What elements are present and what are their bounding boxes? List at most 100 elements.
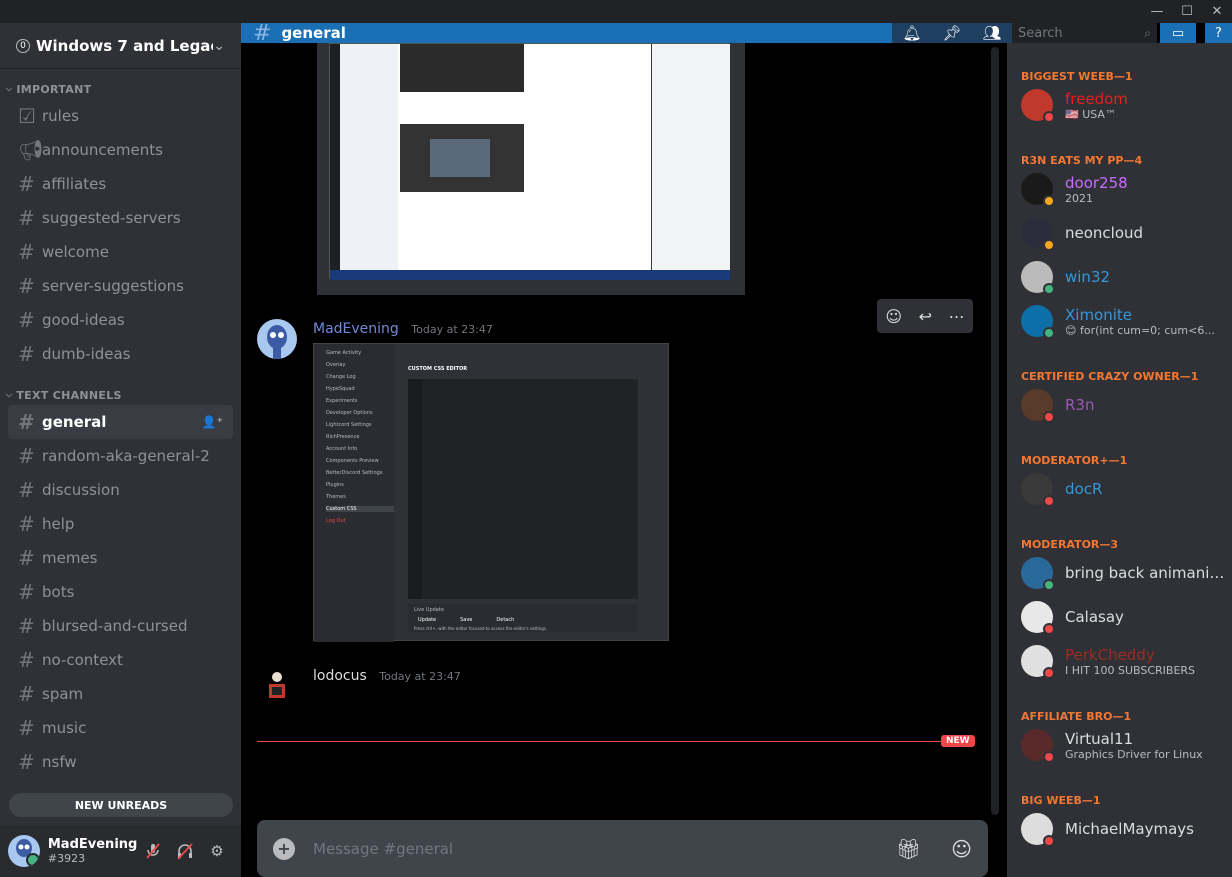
member-item[interactable]: docR — [1021, 469, 1232, 509]
sidebar-item-blursed-and-cursed[interactable]: # blursed-and-cursed — [8, 609, 233, 643]
sidebar-item-server-suggestions[interactable]: # server-suggestions — [8, 269, 233, 303]
settings-item: BetterDiscord Settings — [326, 470, 383, 476]
presence-indicator — [1043, 195, 1055, 207]
member-item[interactable]: neoncloud — [1021, 213, 1232, 253]
member-name: PerkCheddy — [1065, 645, 1155, 664]
mute-mic-icon[interactable] — [137, 835, 169, 867]
avatar[interactable] — [8, 835, 40, 867]
attachment-image[interactable] — [317, 43, 745, 295]
message-author[interactable]: lodocus — [313, 668, 367, 684]
inbox-icon[interactable]: ▭ — [1160, 23, 1196, 43]
scrollbar[interactable] — [991, 47, 999, 815]
deafen-icon[interactable] — [169, 835, 201, 867]
members-icon[interactable]: 👥︎ — [972, 24, 1012, 42]
add-user-icon[interactable]: 👤⁺ — [202, 415, 223, 429]
hash-icon: # — [18, 444, 35, 468]
hash-icon: # — [18, 240, 35, 264]
hash-icon: # — [18, 580, 35, 604]
avatar — [1021, 261, 1055, 295]
emoji-icon[interactable]: ☺ — [951, 837, 972, 861]
channel-label: dumb-ideas — [42, 345, 131, 363]
avatar — [1021, 601, 1055, 635]
settings-menu-preview: Game Activity Overlay Change Log HypeSquad E… — [314, 344, 394, 642]
avatar — [1021, 645, 1055, 679]
member-name: freedom — [1065, 89, 1128, 108]
reply-icon[interactable]: ↩ — [919, 307, 932, 326]
member-item[interactable]: MichaelMaymays — [1021, 809, 1232, 849]
help-icon[interactable]: ? — [1205, 23, 1232, 43]
category-text-channels[interactable]: ⌵ TEXT CHANNELS — [0, 385, 241, 405]
sidebar-item-music[interactable]: # music — [8, 711, 233, 745]
chevron-down-icon: ⌵ — [6, 84, 13, 93]
presence-indicator — [1043, 239, 1055, 251]
megaphone-icon: 📢︎ — [18, 138, 44, 162]
server-header[interactable]: 0 Windows 7 and Legac... ⌄ — [0, 23, 241, 69]
member-item[interactable]: R3n — [1021, 385, 1232, 425]
sidebar-item-affiliates[interactable]: # affiliates — [8, 167, 233, 201]
member-status: I HIT 100 SUBSCRIBERS — [1065, 663, 1196, 677]
channel-label: bots — [42, 583, 75, 601]
member-item[interactable]: freedom 🇺🇸 USA™ — [1021, 85, 1232, 125]
member-list: BIGGEST WEEB—1 freedom 🇺🇸 USA™ R3N EATS MY … — [1007, 43, 1232, 877]
settings-item: Components Preview — [326, 458, 379, 464]
member-item[interactable]: door258 2021 — [1021, 169, 1232, 209]
sidebar-item-bots[interactable]: # bots — [8, 575, 233, 609]
attachment-image[interactable]: Game Activity Overlay Change Log HypeSquad E… — [313, 343, 669, 642]
close-button[interactable]: ✕ — [1202, 0, 1232, 23]
member-status: 🇺🇸 USA™ — [1065, 107, 1116, 121]
sidebar-item-no-context[interactable]: # no-context — [8, 643, 233, 677]
member-item[interactable]: Virtual11 Graphics Driver for Linux — [1021, 725, 1232, 765]
sidebar-item-rules[interactable]: ☑ rules — [8, 99, 233, 133]
hash-icon: # — [18, 716, 35, 740]
sidebar-item-memes[interactable]: # memes — [8, 541, 233, 575]
member-name: bring back animanics ... — [1065, 564, 1232, 582]
add-reaction-icon[interactable]: ☺ — [885, 307, 902, 326]
bell-icon[interactable]: 🔔︎ — [892, 24, 932, 42]
sidebar-item-general[interactable]: # general 👤⁺ — [8, 405, 233, 439]
channel-label: suggested-servers — [42, 209, 181, 227]
sidebar-item-suggested-servers[interactable]: # suggested-servers — [8, 201, 233, 235]
sidebar-item-welcome[interactable]: # welcome — [8, 235, 233, 269]
hash-icon: # — [18, 478, 35, 502]
sidebar-item-announcements[interactable]: 📢︎ announcements — [8, 133, 233, 167]
upload-button[interactable]: + — [273, 837, 295, 860]
message-author[interactable]: MadEvening — [313, 321, 399, 337]
gear-icon[interactable]: ⚙ — [201, 835, 233, 867]
member-status: 😊 for(int cum=0; cum<6... — [1065, 323, 1215, 337]
avatar[interactable] — [257, 667, 297, 707]
channel-label: spam — [42, 685, 84, 703]
presence-indicator — [1043, 751, 1055, 763]
sidebar-item-good-ideas[interactable]: # good-ideas — [8, 303, 233, 337]
sidebar-item-nsfw[interactable]: # nsfw — [8, 745, 233, 779]
member-item[interactable]: bring back animanics ... — [1021, 553, 1232, 593]
message-header: lodocus Today at 23:47 — [313, 668, 461, 684]
chevron-down-icon: ⌄ — [213, 37, 225, 54]
avatar[interactable] — [257, 319, 297, 359]
gift-icon[interactable]: 🎁︎ — [896, 837, 921, 861]
member-item[interactable]: Ximonite 😊 for(int cum=0; cum<6... — [1021, 301, 1232, 341]
sidebar-item-help[interactable]: # help — [8, 507, 233, 541]
category-important[interactable]: ⌵ IMPORTANT — [0, 79, 241, 99]
member-item[interactable]: win32 — [1021, 257, 1232, 297]
more-icon[interactable]: ⋯ — [949, 307, 965, 326]
member-name: Ximonite — [1065, 305, 1133, 324]
sidebar-item-spam[interactable]: # spam — [8, 677, 233, 711]
search-input[interactable]: Search ⌕ — [1012, 23, 1157, 43]
maximize-button[interactable]: ☐ — [1172, 0, 1202, 23]
message-input[interactable]: Message #general — [313, 840, 866, 858]
minimize-button[interactable]: — — [1142, 0, 1172, 23]
avatar — [1021, 729, 1055, 763]
new-unreads-button[interactable]: NEW UNREADS — [9, 793, 233, 817]
member-item[interactable]: Calasay — [1021, 597, 1232, 637]
member-status: Graphics Driver for Linux — [1065, 747, 1203, 761]
channel-label: discussion — [42, 481, 120, 499]
settings-item: Experiments — [326, 398, 358, 404]
channel-sidebar: 0 Windows 7 and Legac... ⌄ ⌵ IMPORTANT ☑… — [0, 23, 241, 877]
member-item[interactable]: PerkCheddy I HIT 100 SUBSCRIBERS — [1021, 641, 1232, 681]
channel-label: nsfw — [42, 753, 77, 771]
sidebar-item-random-aka-general-2[interactable]: # random-aka-general-2 — [8, 439, 233, 473]
sidebar-item-dumb-ideas[interactable]: # dumb-ideas — [8, 337, 233, 371]
settings-item: Plugins — [326, 482, 344, 488]
pin-icon[interactable]: 📌︎ — [932, 24, 972, 42]
sidebar-item-discussion[interactable]: # discussion — [8, 473, 233, 507]
